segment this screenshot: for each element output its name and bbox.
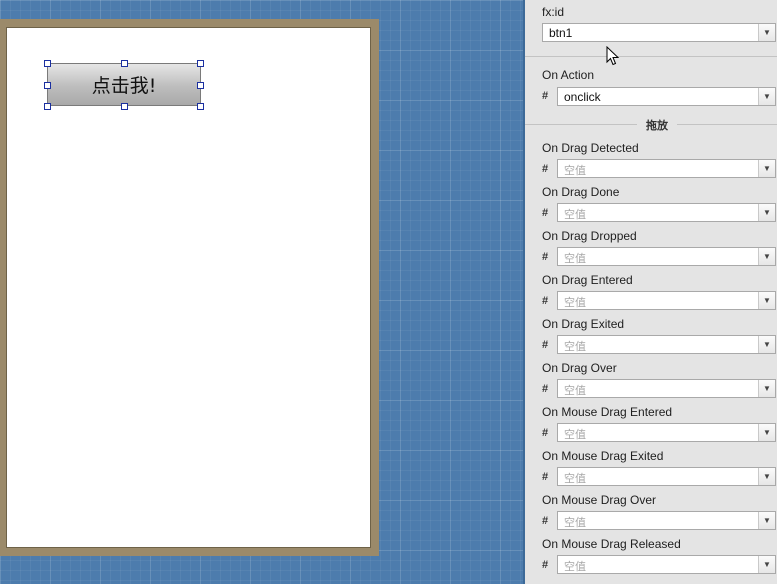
drag-field-label: On Mouse Drag Entered <box>542 405 673 419</box>
placeholder: 空值 <box>564 561 586 573</box>
placeholder: 空值 <box>564 517 586 529</box>
resize-handle-top-right[interactable] <box>197 60 204 67</box>
placeholder: 空值 <box>564 385 586 397</box>
on-mouse-drag-entered-combo[interactable]: 空值 ▼ <box>557 423 776 442</box>
on-mouse-drag-exited-combo[interactable]: 空值 ▼ <box>557 467 776 486</box>
on-action-label: On Action <box>542 68 595 82</box>
placeholder: 空值 <box>564 429 586 441</box>
on-drag-detected-combo[interactable]: 空值 ▼ <box>557 159 776 178</box>
hash-icon: # <box>542 383 549 395</box>
fxid-label: fx:id <box>542 5 565 19</box>
chevron-down-icon[interactable]: ▼ <box>758 336 775 353</box>
resize-handle-top-center[interactable] <box>121 60 128 67</box>
chevron-down-icon[interactable]: ▼ <box>758 556 775 573</box>
hash-icon: # <box>542 515 549 527</box>
drag-field-label: On Drag Dropped <box>542 229 637 243</box>
fxid-combo[interactable]: btn1 ▼ <box>542 23 776 42</box>
chevron-down-icon[interactable]: ▼ <box>758 88 775 105</box>
on-drag-entered-combo[interactable]: 空值 ▼ <box>557 291 776 310</box>
chevron-down-icon[interactable]: ▼ <box>758 512 775 529</box>
drag-field-label: On Drag Entered <box>542 273 633 287</box>
chevron-down-icon[interactable]: ▼ <box>758 468 775 485</box>
hash-icon: # <box>542 427 549 439</box>
chevron-down-icon[interactable]: ▼ <box>758 380 775 397</box>
on-drag-done-combo[interactable]: 空值 ▼ <box>557 203 776 222</box>
hash-icon: # <box>542 295 549 307</box>
on-drag-over-combo[interactable]: 空值 ▼ <box>557 379 776 398</box>
hash-icon: # <box>542 163 549 175</box>
placeholder: 空值 <box>564 209 586 221</box>
on-action-value: onclick <box>564 90 601 104</box>
chevron-down-icon[interactable]: ▼ <box>758 424 775 441</box>
design-canvas[interactable]: 点击我! <box>0 0 523 584</box>
preview-button[interactable]: 点击我! <box>47 63 201 106</box>
divider <box>525 56 777 57</box>
resize-handle-middle-left[interactable] <box>44 82 51 89</box>
hash-icon: # <box>542 471 549 483</box>
section-title: 拖放 <box>646 120 668 132</box>
hash-icon: # <box>542 559 549 571</box>
drag-field-label: On Drag Detected <box>542 141 639 155</box>
hash-icon: # <box>542 251 549 263</box>
drag-field-label: On Mouse Drag Released <box>542 537 681 551</box>
placeholder: 空值 <box>564 473 586 485</box>
on-drag-exited-combo[interactable]: 空值 ▼ <box>557 335 776 354</box>
hash-icon: # <box>542 90 549 102</box>
on-mouse-drag-over-combo[interactable]: 空值 ▼ <box>557 511 776 530</box>
drag-field-label: On Drag Exited <box>542 317 625 331</box>
on-action-combo[interactable]: onclick ▼ <box>557 87 776 106</box>
hash-icon: # <box>542 207 549 219</box>
selected-button-wrapper[interactable]: 点击我! <box>44 60 204 110</box>
drag-field-label: On Drag Over <box>542 361 617 375</box>
chevron-down-icon[interactable]: ▼ <box>758 160 775 177</box>
placeholder: 空值 <box>564 253 586 265</box>
resize-handle-top-left[interactable] <box>44 60 51 67</box>
inspector-panel: fx:id btn1 ▼ On Action # onclick ▼ 拖放 On… <box>525 0 777 584</box>
fxid-value: btn1 <box>549 26 573 40</box>
drag-drop-section-header[interactable]: 拖放 <box>525 116 777 132</box>
chevron-down-icon[interactable]: ▼ <box>758 204 775 221</box>
chevron-down-icon[interactable]: ▼ <box>758 248 775 265</box>
chevron-down-icon[interactable]: ▼ <box>758 292 775 309</box>
mouse-pointer-icon <box>606 46 620 66</box>
placeholder: 空值 <box>564 165 586 177</box>
resize-handle-bottom-left[interactable] <box>44 103 51 110</box>
on-drag-dropped-combo[interactable]: 空值 ▼ <box>557 247 776 266</box>
placeholder: 空值 <box>564 297 586 309</box>
resize-handle-middle-right[interactable] <box>197 82 204 89</box>
resize-handle-bottom-center[interactable] <box>121 103 128 110</box>
hash-icon: # <box>542 339 549 351</box>
chevron-down-icon[interactable]: ▼ <box>758 24 775 41</box>
drag-field-label: On Mouse Drag Exited <box>542 449 664 463</box>
drag-field-label: On Mouse Drag Over <box>542 493 657 507</box>
drag-field-label: On Drag Done <box>542 185 620 199</box>
resize-handle-bottom-right[interactable] <box>197 103 204 110</box>
on-mouse-drag-released-combo[interactable]: 空值 ▼ <box>557 555 776 574</box>
placeholder: 空值 <box>564 341 586 353</box>
